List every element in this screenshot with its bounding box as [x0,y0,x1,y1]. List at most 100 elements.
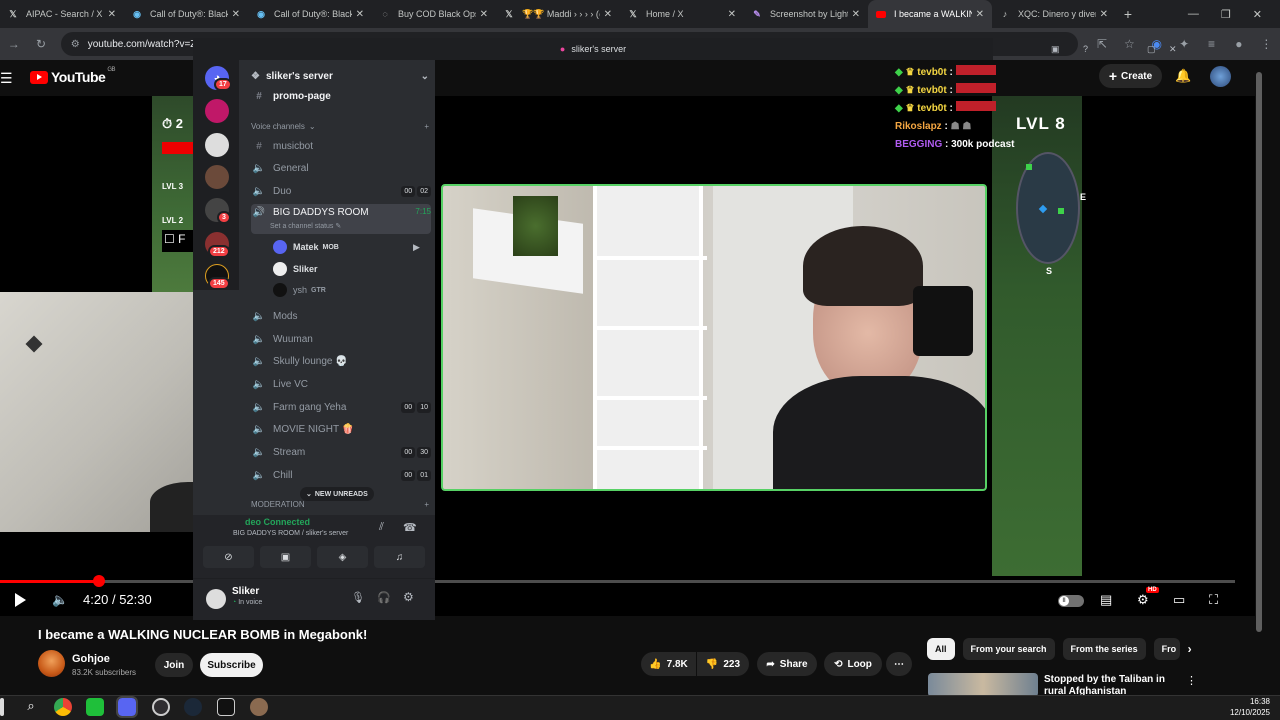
chip-more[interactable]: Fro [1153,638,1180,660]
microphone-icon[interactable]: 🎙 [351,591,365,604]
subtitles-icon[interactable]: ▤ [1100,592,1112,608]
chrome-icon[interactable] [54,698,72,716]
notifications-bell-icon[interactable]: 🔔 [1175,68,1191,84]
site-info-icon[interactable]: ⚙ [71,39,80,50]
voice-user-sliker[interactable]: Sliker [273,260,318,278]
close-tab-icon[interactable]: ✕ [1100,9,1108,20]
account-avatar[interactable] [1210,66,1231,87]
voice-user-ysh[interactable]: ysh GTR [273,281,326,299]
share-button[interactable]: ➦ Share [757,652,817,676]
maximize-discord-icon[interactable]: ▢ [1147,44,1156,55]
channel-chill[interactable]: 🔈 Chill 00 01 [251,465,431,485]
play-icon[interactable] [12,592,28,608]
settings-gear-icon[interactable]: ⚙ HD [1137,587,1159,608]
tab-xqc[interactable]: ♪XQC: Dinero y diversión✕ [992,0,1116,28]
channel-farm-gang[interactable]: 🔈 Farm gang Yeha 00 10 [251,397,431,417]
tab-cod-1[interactable]: ◉Call of Duty®: Black Ops✕ [124,0,248,28]
user-settings-icon[interactable]: ⚙ [403,590,414,604]
avatar[interactable] [206,589,226,609]
channel-name[interactable]: Gohjoe [72,653,110,665]
media-controls-icon[interactable]: ≡ [1198,37,1225,51]
close-tab-icon[interactable]: ✕ [976,9,984,20]
guild-icon[interactable] [205,165,229,189]
channel-mods[interactable]: 🔈 Mods [251,306,431,326]
discord-taskbar-icon[interactable] [116,696,138,718]
tab-youtube[interactable]: I became a WALKING NUCLEAR BOMB✕ [868,0,992,28]
recommendation-thumbnail[interactable] [928,673,1038,697]
dislike-button[interactable]: 👎 223 [697,652,749,676]
inbox-icon[interactable]: ▣ [1051,44,1060,55]
tab-home-x[interactable]: 𝕏 Home / X ✕ [620,0,744,28]
category-moderation[interactable]: MODERATION + [251,500,429,509]
tab-buy-cod[interactable]: ◌Buy COD Black Ops 2✕ [372,0,496,28]
close-tab-icon[interactable]: ✕ [108,9,116,20]
close-tab-icon[interactable]: ✕ [480,9,488,20]
create-button[interactable]: + Create [1099,64,1162,88]
activities-button[interactable]: ◈ [317,546,368,568]
server-header[interactable]: ❖ sliker's server ⌄ [251,68,429,84]
autoplay-toggle[interactable]: II [1058,595,1084,607]
tab-maddi[interactable]: 𝕏 🏆🏆 Maddi › › › › (@ ✕ [496,0,620,28]
noise-suppression-icon[interactable]: ⫽ [379,521,384,534]
bookmark-star-icon[interactable]: ☆ [1116,37,1143,51]
close-tab-icon[interactable]: ✕ [356,9,364,20]
reload-icon[interactable]: ↻ [27,37,54,51]
volume-icon[interactable]: 🔈 [52,592,68,608]
close-tab-icon[interactable]: ✕ [604,9,612,20]
like-button[interactable]: 👍 7.8K [641,652,696,676]
camera-off-button[interactable]: ⊘ [203,546,254,568]
app-icon-avatar[interactable] [250,698,268,716]
scrollbar-thumb[interactable] [1256,72,1262,632]
forward-icon[interactable]: → [0,37,27,51]
chip-all[interactable]: All [927,638,955,660]
soundboard-button[interactable]: ♫ [374,546,425,568]
channel-general[interactable]: 🔈 General [251,158,431,178]
channel-movie-night[interactable]: 🔈 MOVIE NIGHT 🍿 [251,419,431,439]
close-tab-icon[interactable]: ✕ [852,9,860,20]
search-icon[interactable]: ⌕ [22,698,40,716]
menu-dots-icon[interactable]: ⋮ [1253,37,1280,51]
channel-stream[interactable]: 🔈 Stream 00 30 [251,442,431,462]
more-actions-button[interactable]: ⋯ [886,652,912,676]
add-channel-icon[interactable]: + [424,122,429,131]
close-window-icon[interactable]: ✕ [1253,8,1262,21]
close-tab-icon[interactable]: ✕ [232,9,240,20]
steam-taskbar-icon[interactable] [184,698,202,716]
start-icon[interactable] [0,698,4,716]
tab-aipac[interactable]: 𝕏 AIPAC - Search / X ✕ [0,0,124,28]
channel-duo[interactable]: 🔈 Duo 00 02 [251,181,431,201]
guild-icon[interactable] [205,99,229,123]
hamburger-menu-icon[interactable]: ☰ [0,70,13,87]
chip-from-the-series[interactable]: From the series [1062,638,1146,660]
channel-wuuman[interactable]: 🔈 Wuuman [251,329,431,349]
close-discord-icon[interactable]: ✕ [1169,44,1177,55]
channel-live-vc[interactable]: 🔈 Live VC [251,374,431,394]
tab-cod-2[interactable]: ◉Call of Duty®: Black Ops✕ [248,0,372,28]
profile-icon[interactable]: ● [1225,37,1252,51]
close-tab-icon[interactable]: ✕ [728,9,736,20]
app-icon-green[interactable] [86,698,104,716]
join-button[interactable]: Join [155,653,193,677]
obs-icon[interactable] [152,698,170,716]
system-clock[interactable]: 16:38 12/10/2025 [1230,696,1270,718]
new-tab-button[interactable]: + [1116,6,1140,22]
voice-location[interactable]: BIG DADDYS ROOM / sliker's server [233,530,348,537]
chevron-right-icon[interactable]: › [1188,638,1192,660]
install-app-icon[interactable]: ⇱ [1088,37,1115,51]
channel-musicbot[interactable]: # musicbot [251,136,431,156]
guild-icon[interactable] [205,133,229,157]
headphones-icon[interactable]: 🎧 [377,591,391,604]
progress-bar[interactable] [0,580,1235,583]
chip-from-your-search[interactable]: From your search [962,638,1055,660]
app-icon-dark[interactable] [217,698,235,716]
category-voice-channels[interactable]: Voice channels ⌄ + [251,122,429,131]
recommendation-title[interactable]: Stopped by the Taliban in rural Afghanis… [1044,674,1184,696]
disconnect-icon[interactable]: ☎ [403,521,417,534]
minimize-window-icon[interactable]: — [1188,8,1199,21]
voice-user-matek[interactable]: Matek MOB ▶ [273,238,420,256]
subscribe-button[interactable]: Subscribe [200,653,263,677]
fullscreen-icon[interactable]: ⛶ [1209,592,1218,608]
tab-lightshot[interactable]: ✎Screenshot by Lightshot✕ [744,0,868,28]
add-channel-icon[interactable]: + [424,500,429,509]
screen-share-button[interactable]: ▣ [260,546,311,568]
